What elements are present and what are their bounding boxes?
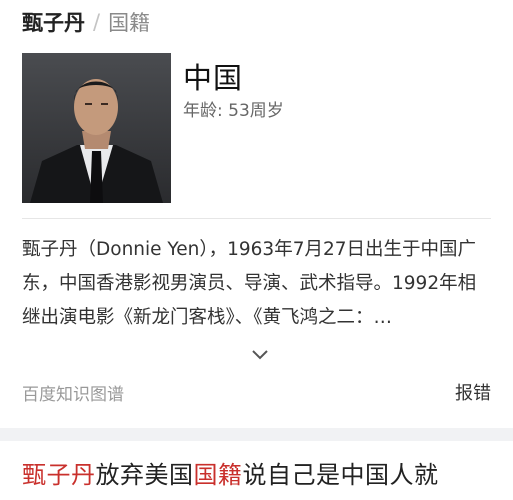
headline-text: 说自己是中国人就 bbox=[242, 461, 439, 489]
summary-text: 甄子丹（Donnie Yen），1963年7月27日出生于中国广东，中国香港影视… bbox=[22, 239, 477, 328]
divider bbox=[22, 218, 491, 219]
section-divider-band bbox=[0, 428, 513, 441]
age-label: 年龄: bbox=[183, 101, 223, 121]
age-info: 年龄: 53周岁 bbox=[183, 96, 284, 121]
report-error-button[interactable]: 报错 bbox=[455, 379, 491, 405]
chevron-down-icon[interactable] bbox=[250, 347, 270, 361]
headline-highlight: 国籍 bbox=[193, 461, 243, 489]
breadcrumb-attribute: 国籍 bbox=[108, 11, 151, 35]
headline-highlight: 甄子丹 bbox=[22, 461, 96, 489]
headline-text: 放弃美国 bbox=[95, 461, 194, 489]
source-label[interactable]: 百度知识图谱 bbox=[22, 380, 124, 405]
breadcrumb: 甄子丹 / 国籍 bbox=[22, 6, 150, 38]
breadcrumb-separator: / bbox=[93, 10, 101, 34]
person-photo[interactable] bbox=[22, 53, 171, 203]
breadcrumb-entity[interactable]: 甄子丹 bbox=[22, 7, 85, 37]
answer-value: 中国 bbox=[183, 61, 244, 95]
news-headline-link[interactable]: 甄子丹放弃美国国籍说自己是中国人就 bbox=[22, 455, 439, 490]
age-value: 53周岁 bbox=[228, 101, 284, 121]
